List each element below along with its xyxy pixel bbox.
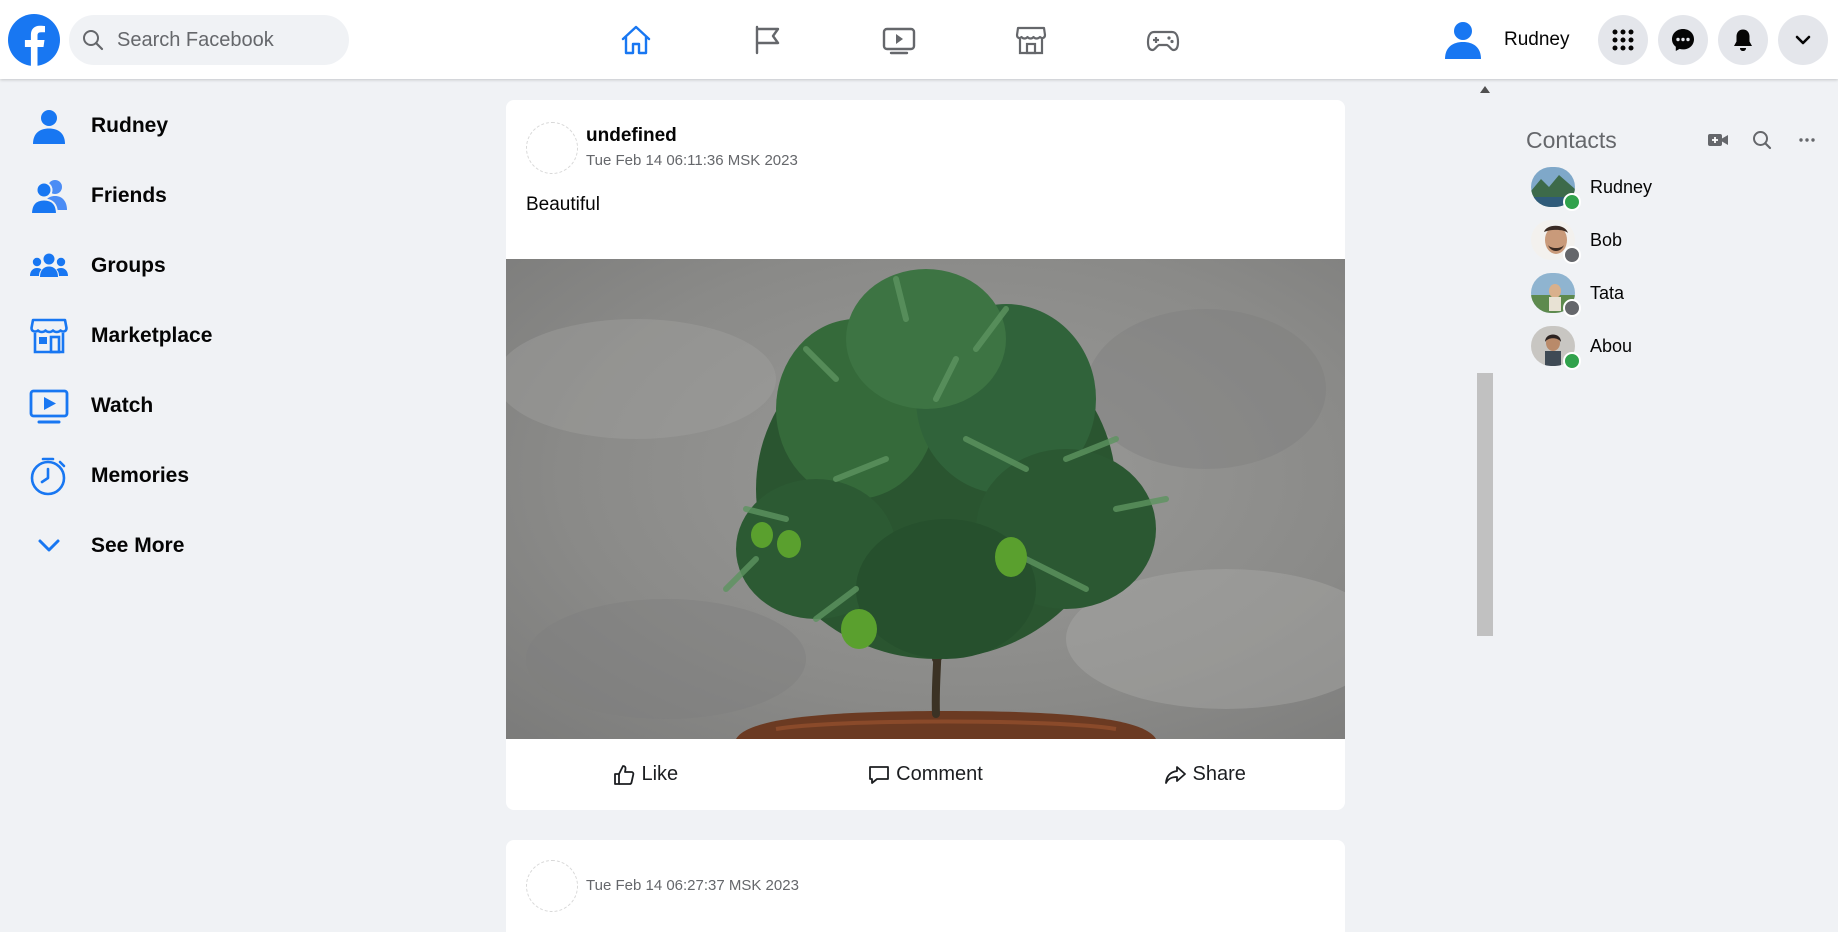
contact-item[interactable]: Abou [1531, 324, 1633, 370]
sidebar-item-groups[interactable]: Groups [28, 241, 166, 291]
sidebar-item-friends[interactable]: Friends [28, 171, 167, 221]
share-label: Share [1192, 763, 1246, 785]
profile-shortcut[interactable]: Rudney [1440, 16, 1570, 64]
scrollbar-thumb[interactable] [1477, 373, 1493, 636]
avatar [1531, 167, 1581, 211]
home-icon [621, 25, 651, 55]
search-icon [83, 30, 104, 51]
contact-name: Tata [1590, 282, 1625, 303]
thumbs-up-icon [614, 764, 635, 785]
chevron-down-icon [38, 539, 60, 552]
messenger-button[interactable] [1658, 15, 1708, 65]
offline-status-dot [1563, 299, 1581, 317]
sidebar-item-label: Memories [91, 464, 190, 487]
sidebar-item-label: Marketplace [91, 324, 213, 347]
contact-item[interactable]: Tata [1531, 271, 1625, 317]
groups-icon [30, 253, 68, 277]
share-button[interactable]: Share [1065, 739, 1345, 810]
post-text: Beautiful [526, 194, 600, 215]
post-timestamp[interactable]: Tue Feb 14 06:27:37 MSK 2023 [586, 877, 799, 894]
comment-label: Comment [896, 763, 983, 785]
search-icon [1753, 131, 1772, 150]
menu-grid-icon [1612, 29, 1634, 51]
nav-home[interactable] [618, 22, 654, 58]
sidebar-item-memories[interactable]: Memories [28, 451, 189, 501]
menu-button[interactable] [1598, 15, 1648, 65]
share-icon [1165, 765, 1187, 784]
gaming-icon [1146, 30, 1180, 52]
avatar [1531, 220, 1581, 264]
online-status-dot [1563, 352, 1581, 370]
user-icon [33, 110, 65, 144]
post-author-avatar[interactable] [526, 122, 578, 174]
sidebar-item-label: See More [91, 534, 185, 557]
post-actions: Like Comment Share [506, 739, 1345, 810]
nav-pages[interactable] [749, 22, 785, 58]
profile-name: Rudney [1504, 29, 1570, 50]
nav-gaming[interactable] [1145, 22, 1181, 58]
facebook-logo[interactable] [8, 14, 60, 66]
contacts-options-button[interactable] [1795, 128, 1819, 152]
comment-icon [869, 765, 890, 784]
marketplace-icon [1015, 26, 1047, 55]
sidebar-item-label: Groups [91, 254, 166, 277]
sidebar-item-see-more[interactable]: See More [28, 521, 184, 571]
watch-icon [882, 27, 916, 55]
contacts-title: Contacts [1526, 127, 1617, 153]
search-box[interactable] [69, 15, 349, 65]
messenger-icon [1672, 29, 1694, 51]
search-contacts-button[interactable] [1750, 128, 1774, 152]
notifications-button[interactable] [1718, 15, 1768, 65]
contact-name: Abou [1590, 335, 1633, 356]
account-menu-button[interactable] [1778, 15, 1828, 65]
contact-name: Bob [1590, 229, 1623, 250]
top-navigation-bar: Rudney [0, 0, 1838, 79]
new-room-button[interactable] [1706, 128, 1730, 152]
avatar [1531, 326, 1581, 370]
chevron-down-icon [1795, 35, 1811, 45]
watch-icon [29, 389, 69, 424]
scroll-up-arrow-icon[interactable] [1480, 86, 1490, 93]
sidebar-item-label: Watch [91, 394, 154, 417]
sidebar-item-watch[interactable]: Watch [28, 381, 153, 431]
contact-item[interactable]: Bob [1531, 218, 1623, 264]
post-card: undefined Tue Feb 14 06:11:36 MSK 2023 B… [506, 100, 1345, 810]
more-options-icon [1799, 138, 1815, 142]
sidebar-item-label: Rudney [91, 114, 169, 137]
video-camera-icon [1708, 134, 1728, 146]
post-photo[interactable] [506, 259, 1345, 739]
online-status-dot [1563, 193, 1581, 211]
contact-name: Rudney [1590, 176, 1653, 197]
notifications-icon [1734, 29, 1752, 51]
flag-icon [755, 25, 780, 55]
avatar [1531, 273, 1581, 317]
friends-icon [29, 180, 67, 215]
comment-button[interactable]: Comment [786, 739, 1066, 810]
like-label: Like [641, 763, 679, 785]
like-button[interactable]: Like [506, 739, 786, 810]
memories-icon [30, 457, 66, 496]
sidebar-item-marketplace[interactable]: Marketplace [28, 311, 212, 361]
post-timestamp[interactable]: Tue Feb 14 06:11:36 MSK 2023 [586, 152, 798, 169]
user-icon [1445, 22, 1481, 59]
nav-marketplace[interactable] [1013, 22, 1049, 58]
post-card: Tue Feb 14 06:27:37 MSK 2023 [506, 840, 1345, 932]
contact-item[interactable]: Rudney [1531, 165, 1653, 211]
nav-watch[interactable] [881, 22, 917, 58]
sidebar-item-label: Friends [91, 184, 167, 207]
offline-status-dot [1563, 246, 1581, 264]
facebook-logo-icon [8, 14, 60, 66]
search-input[interactable] [115, 27, 339, 53]
post-author-avatar[interactable] [526, 860, 578, 912]
sidebar-item-profile[interactable]: Rudney [28, 101, 168, 151]
post-author-name[interactable]: undefined [586, 125, 677, 147]
marketplace-icon [30, 318, 68, 354]
